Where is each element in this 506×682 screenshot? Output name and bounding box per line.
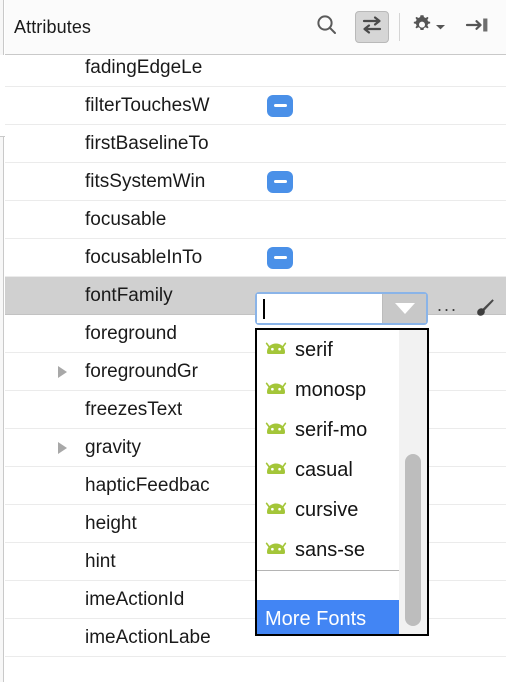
collapse-right-icon xyxy=(464,14,490,41)
attribute-name: fadingEdgeLe xyxy=(85,56,203,78)
table-row[interactable]: firstBaselineTo xyxy=(5,125,506,163)
dropdown-item-label: serif-mo xyxy=(295,418,368,441)
android-icon xyxy=(265,462,287,478)
dropdown-item-more-fonts[interactable]: More Fonts xyxy=(257,600,399,634)
dropdown-item[interactable]: casual xyxy=(257,450,399,490)
font-family-combobox[interactable] xyxy=(255,292,428,325)
attribute-name: gravity xyxy=(85,436,141,458)
attribute-name: fontFamily xyxy=(85,284,173,306)
font-family-input[interactable] xyxy=(257,294,382,323)
attribute-name: foregroundGr xyxy=(85,360,199,382)
brush-icon xyxy=(472,299,496,324)
combobox-dropdown-button[interactable] xyxy=(382,294,426,323)
attribute-name: height xyxy=(85,512,137,534)
dropdown-item-label: More Fonts xyxy=(265,607,367,630)
table-row[interactable]: fadingEdgeLe xyxy=(5,55,506,87)
dropdown-item[interactable]: monosp xyxy=(257,370,399,410)
font-family-dropdown-popup[interactable]: serif monosp serif-mo casual cursive san… xyxy=(255,328,429,636)
attribute-value[interactable] xyxy=(267,163,506,200)
hide-panel-button[interactable] xyxy=(460,11,494,43)
dropdown-list[interactable]: serif monosp serif-mo casual cursive san… xyxy=(257,330,399,634)
toolbar-divider xyxy=(399,13,400,41)
text-caret xyxy=(263,299,265,319)
attribute-value[interactable] xyxy=(267,125,506,162)
table-row[interactable]: filterTouchesW xyxy=(5,87,506,125)
attributes-panel: Attributes fadingEdgeLe filterTouchesW f… xyxy=(0,0,506,682)
attribute-name: fitsSystemWin xyxy=(85,170,206,192)
android-icon xyxy=(265,502,287,518)
chevron-right-icon xyxy=(57,365,67,378)
pick-resource-button[interactable] xyxy=(472,296,496,320)
triangle-down-icon xyxy=(394,303,415,314)
attribute-name: filterTouchesW xyxy=(85,94,210,116)
android-icon xyxy=(265,382,287,398)
settings-menu-button[interactable] xyxy=(407,11,449,43)
dropdown-separator xyxy=(257,570,399,571)
table-row[interactable]: focusableInTo xyxy=(5,239,506,277)
dropdown-item-label: casual xyxy=(295,458,353,481)
gear-icon xyxy=(410,13,434,42)
checkbox-false-icon[interactable] xyxy=(267,246,293,269)
table-row[interactable]: focusable xyxy=(5,201,506,239)
attribute-value[interactable] xyxy=(267,55,506,86)
dropdown-scrollbar-thumb[interactable] xyxy=(405,454,421,626)
attribute-name: freezesText xyxy=(85,398,183,420)
attribute-name: firstBaselineTo xyxy=(85,132,209,154)
chevron-down-icon xyxy=(435,18,446,36)
attribute-value[interactable] xyxy=(267,87,506,124)
panel-left-strip-gap xyxy=(0,55,4,137)
dropdown-item-label: sans-se xyxy=(295,538,366,561)
chevron-right-icon xyxy=(57,441,67,454)
attribute-name: focusable xyxy=(85,208,167,230)
dropdown-item[interactable]: cursive xyxy=(257,490,399,530)
search-button[interactable] xyxy=(310,11,344,43)
checkbox-false-icon[interactable] xyxy=(267,170,293,193)
android-icon xyxy=(265,342,287,358)
attribute-name: hapticFeedbac xyxy=(85,474,210,496)
attribute-value[interactable] xyxy=(267,239,506,276)
dropdown-item-label: serif xyxy=(295,338,333,361)
sort-swap-icon xyxy=(360,14,384,41)
attribute-name: hint xyxy=(85,550,116,572)
attribute-name: focusableInTo xyxy=(85,246,203,268)
android-icon xyxy=(265,422,287,438)
attribute-name: imeActionId xyxy=(85,588,185,610)
android-icon xyxy=(265,542,287,558)
dropdown-item-label: monosp xyxy=(295,378,367,401)
attribute-name: foreground xyxy=(85,322,177,344)
search-icon xyxy=(315,13,339,42)
checkbox-false-icon[interactable] xyxy=(267,94,293,117)
sort-toggle-button[interactable] xyxy=(355,11,389,43)
dropdown-item[interactable]: serif-mo xyxy=(257,410,399,450)
dropdown-scrollbar[interactable] xyxy=(399,330,427,634)
expand-toggle[interactable] xyxy=(53,429,71,466)
dropdown-item-label: cursive xyxy=(295,498,359,521)
dropdown-item[interactable]: serif xyxy=(257,330,399,370)
page-title: Attributes xyxy=(14,17,92,37)
dropdown-item[interactable]: sans-se xyxy=(257,530,399,570)
attribute-name: imeActionLabe xyxy=(85,626,211,648)
table-row[interactable]: fitsSystemWin xyxy=(5,163,506,201)
attribute-value[interactable] xyxy=(267,201,506,238)
more-options-button[interactable]: ... xyxy=(437,296,458,314)
expand-toggle[interactable] xyxy=(53,353,71,390)
